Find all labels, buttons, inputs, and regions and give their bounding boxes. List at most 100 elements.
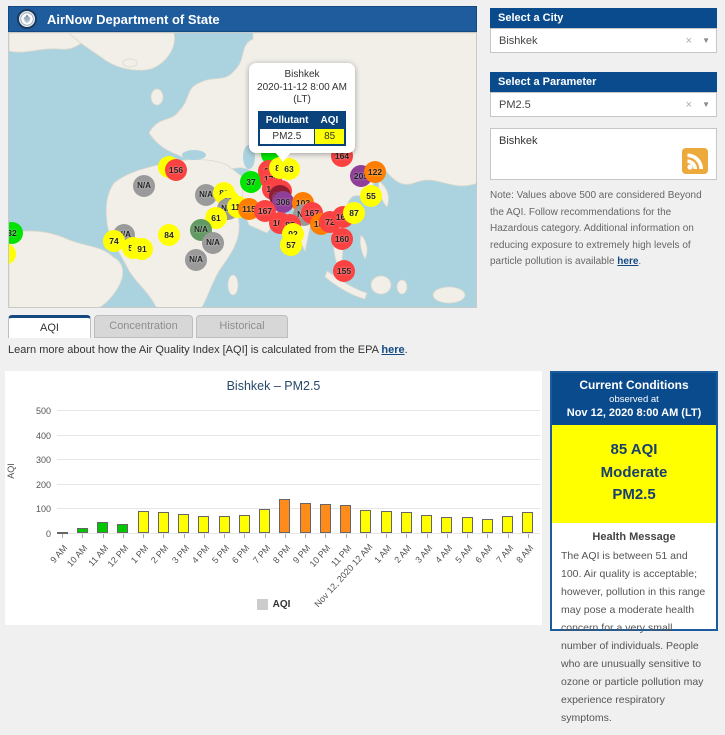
aqi-bar[interactable] [522,512,533,533]
chart-x-tick [508,534,509,538]
chart-title: Bishkek – PM2.5 [5,379,542,393]
chart-x-tick [427,534,428,538]
aqi-bar[interactable] [381,511,392,533]
chart-x-tick [184,534,185,538]
aqi-bar[interactable] [279,499,290,533]
cc-aqi-block: 85 AQI Moderate PM2.5 [552,425,716,523]
chart-x-tick [305,534,306,538]
chart-x-tick [406,534,407,538]
chart-x-tick [143,534,144,538]
tab-historical[interactable]: Historical [196,315,288,338]
chart-x-tick [103,534,104,538]
popup-table: Pollutant AQI PM2.5 85 [258,111,347,146]
city-dropdown-caret-icon[interactable]: ▼ [702,36,710,45]
map-marker[interactable]: 156 [165,159,187,181]
chart-y-tick-label: 100 [17,504,51,514]
map-marker[interactable]: 57 [280,234,302,256]
aqi-bar[interactable] [97,522,108,533]
aqi-bar[interactable] [239,515,250,533]
chart-y-tick-label: 0 [17,529,51,539]
popup-pollutant-value: PM2.5 [259,128,315,145]
chart-x-tick [244,534,245,538]
parameter-select[interactable]: PM2.5 × ▼ [490,92,717,117]
chart-x-tick [163,534,164,538]
chart-x-tick [224,534,225,538]
chart-x-tick [62,534,63,538]
parameter-clear-icon[interactable]: × [686,99,692,111]
note-text-end: . [638,256,641,267]
tab-bar: AQI Concentration Historical [8,315,288,338]
popup-aqi-value: 85 [315,128,346,145]
parameter-dropdown-caret-icon[interactable]: ▼ [702,100,710,109]
aqi-bar[interactable] [300,503,311,533]
chart-gridline [57,484,540,485]
chart-gridline [57,459,540,460]
chart-x-tick [82,534,83,538]
current-conditions-header: Current Conditions observed at Nov 12, 2… [552,373,716,425]
tab-concentration[interactable]: Concentration [94,315,193,338]
map-marker[interactable]: N/A [133,175,155,197]
map-marker[interactable]: 91 [131,238,153,260]
aqi-bar[interactable] [77,528,88,533]
aqi-bar[interactable] [158,512,169,533]
map-marker[interactable]: N/A [202,232,224,254]
chart-gridline [57,410,540,411]
aqi-bar[interactable] [360,510,371,533]
aqi-bar[interactable] [340,505,351,533]
chart-y-axis-label: AQI [6,463,16,479]
tab-aqi[interactable]: AQI [8,315,91,338]
aqi-bar[interactable] [462,517,473,533]
learn-more-text: Learn more about how the Air Quality Ind… [8,344,408,356]
aqi-bar[interactable] [401,512,412,533]
select-city-header: Select a City [490,8,717,28]
aqi-bar[interactable] [320,504,331,533]
cc-aqi-value: 85 AQI [556,439,712,462]
map-marker[interactable]: 122 [364,161,386,183]
cc-observed-time: Nov 12, 2020 8:00 AM (LT) [554,407,714,419]
chart-x-tick [386,534,387,538]
popup-col-pollutant: Pollutant [259,112,315,129]
aqi-bar[interactable] [178,514,189,533]
map-marker[interactable]: 87 [343,202,365,224]
map-popup: Bishkek 2020-11-12 8:00 AM (LT) Pollutan… [249,63,355,153]
chart-x-tick [123,534,124,538]
aqi-bar[interactable] [138,511,149,533]
learn-more-here-link[interactable]: here [381,344,404,356]
learn-more-body: Learn more about how the Air Quality Ind… [8,344,381,356]
aqi-bar[interactable] [117,524,128,533]
chart-x-tick [285,534,286,538]
aqi-bar[interactable] [259,509,270,533]
aqi-bar[interactable] [421,515,432,533]
chart-x-tick [528,534,529,538]
chart-x-tick [487,534,488,538]
department-of-state-seal-icon [17,9,37,29]
aqi-bar[interactable] [198,516,209,533]
chart-x-tick [265,534,266,538]
aqi-bar[interactable] [219,516,230,533]
map-marker[interactable]: N/A [185,249,207,271]
aqi-chart: Bishkek – PM2.5 AQI AQI 0100200300400500… [5,371,542,625]
learn-more-end: . [405,344,408,356]
popup-timezone: (LT) [254,94,350,107]
chart-gridline [57,435,540,436]
city-clear-icon[interactable]: × [686,35,692,47]
map-marker[interactable]: 55 [360,185,382,207]
chart-y-tick-label: 300 [17,455,51,465]
rss-icon[interactable] [682,148,708,174]
aqi-bar[interactable] [502,516,513,533]
page-title: AirNow Department of State [47,12,220,27]
city-select[interactable]: Bishkek × ▼ [490,28,717,53]
aqi-bar[interactable] [482,519,493,533]
chart-x-tick [325,534,326,538]
chart-x-tick [467,534,468,538]
map-marker[interactable]: 160 [331,228,353,250]
chart-x-tick [204,534,205,538]
aqi-world-map[interactable]: 32156N/AN/A8955N/A1141156137941728663111… [8,32,477,308]
map-marker[interactable]: 84 [158,224,180,246]
cc-observed-label: observed at [554,394,714,405]
note-here-link[interactable]: here [617,256,638,267]
map-marker[interactable]: 155 [333,260,355,282]
aqi-bar[interactable] [441,517,452,533]
popup-datetime: 2020-11-12 8:00 AM [254,82,350,95]
city-select-value: Bishkek [499,35,686,47]
